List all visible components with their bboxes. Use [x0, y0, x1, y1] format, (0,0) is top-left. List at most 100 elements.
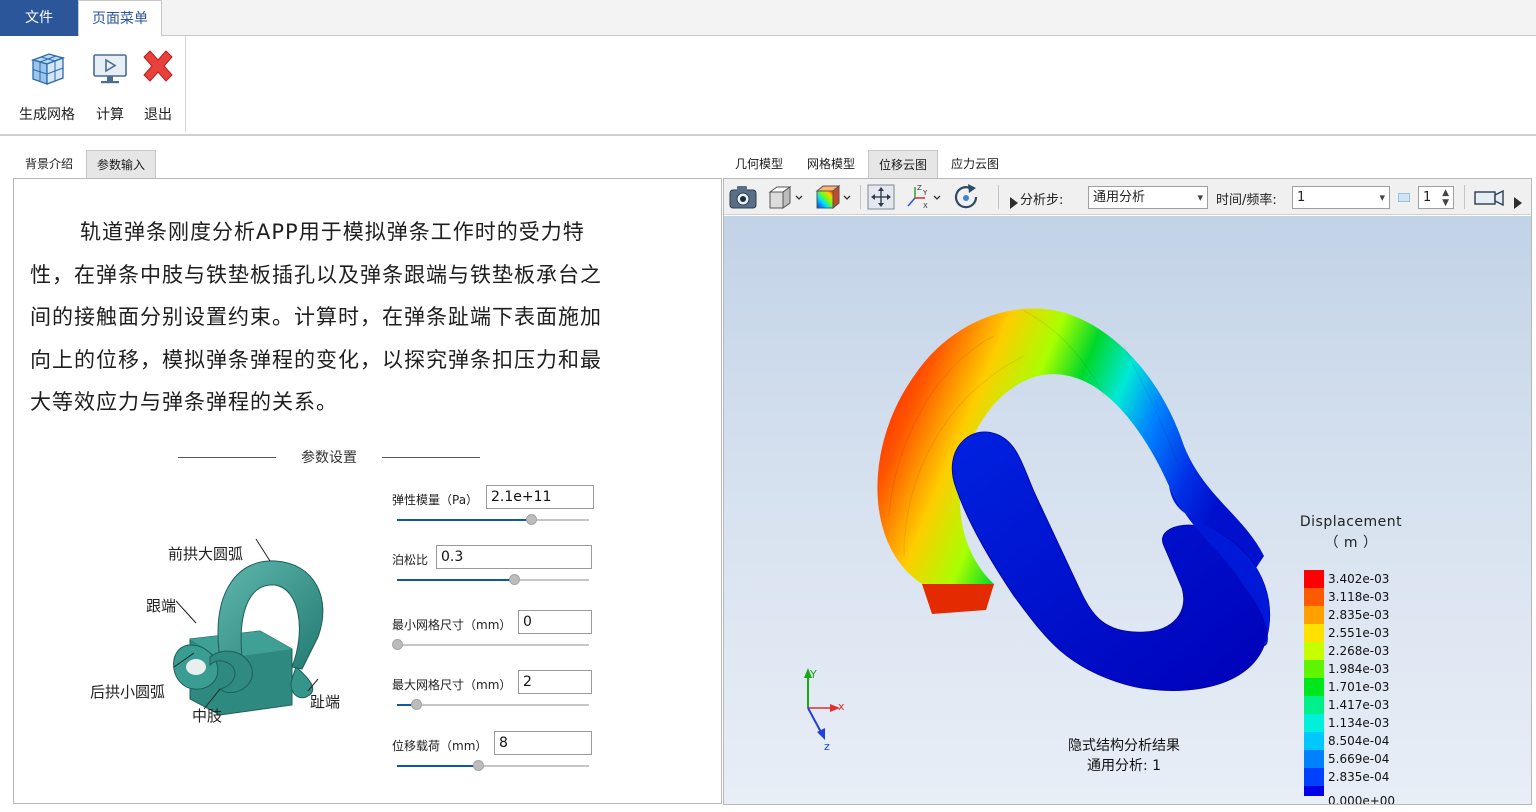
legend-value: 1.701e-03	[1328, 680, 1390, 694]
mesh-cube-icon	[30, 53, 66, 85]
frame-spin-value: 1	[1423, 190, 1432, 205]
tab-displacement-contour[interactable]: 位移云图	[868, 150, 938, 178]
legend-swatch	[1304, 606, 1324, 624]
axis-z-label: z	[824, 740, 830, 753]
exit-button[interactable]: 退出	[136, 46, 180, 123]
legend-row: 1.417e-03	[1304, 696, 1424, 714]
poisson-ratio-slider[interactable]	[397, 574, 589, 585]
exit-label: 退出	[144, 107, 172, 123]
legend-row: 2.551e-03	[1304, 624, 1424, 642]
reset-view-icon[interactable]	[952, 183, 982, 211]
spin-arrows-icon: ▲ ▼	[1442, 188, 1449, 208]
poisson-ratio-label: 泊松比	[392, 553, 429, 567]
legend-swatch	[1304, 768, 1324, 786]
legend-row: 3.118e-03	[1304, 588, 1424, 606]
legend-value: 2.835e-04	[1328, 770, 1390, 784]
displacement-canvas[interactable]: Y x z Displacement （ m ） 3.402e-03 3.118e…	[724, 216, 1531, 804]
toolbar-separator	[998, 185, 999, 209]
tab-parameter-input[interactable]: 参数输入	[86, 150, 156, 178]
max-mesh-size-input[interactable]	[518, 670, 592, 694]
frame-slider-icon[interactable]	[1398, 193, 1410, 202]
legend-swatch	[1304, 696, 1324, 714]
legend-swatch	[1304, 678, 1324, 696]
tab-background-intro[interactable]: 背景介绍	[14, 150, 84, 178]
min-mesh-size-input[interactable]	[518, 610, 592, 634]
file-menu-tab[interactable]: 文件	[0, 0, 78, 36]
view-cube-icon[interactable]	[766, 183, 806, 211]
svg-text:Y: Y	[922, 189, 928, 197]
legend-swatch	[1304, 570, 1324, 588]
frame-spinbox[interactable]: 1 ▲ ▼	[1418, 186, 1454, 209]
toe-label: 趾端	[310, 693, 341, 711]
max-mesh-size-label: 最大网格尺寸（mm）	[392, 678, 512, 692]
displacement-load-label: 位移载荷（mm）	[392, 739, 488, 753]
chevron-down-icon: ▾	[1197, 191, 1203, 204]
legend-value: 8.504e-04	[1328, 734, 1390, 748]
axis-x-label: x	[838, 700, 845, 713]
max-mesh-size-slider[interactable]	[397, 699, 589, 710]
more-tools-icon[interactable]	[1512, 189, 1524, 217]
displacement-load-input[interactable]	[494, 731, 592, 755]
monitor-play-icon	[93, 54, 127, 84]
tab-geometry-model[interactable]: 几何模型	[724, 150, 794, 178]
legend-value: 1.984e-03	[1328, 662, 1390, 676]
legend-value: 2.268e-03	[1328, 644, 1390, 658]
slider-fill	[397, 765, 478, 767]
slider-thumb[interactable]	[509, 574, 521, 585]
param-row-max-mesh-size: 最大网格尺寸（mm）	[392, 670, 602, 730]
generate-mesh-label: 生成网格	[19, 107, 75, 123]
legend-swatch	[1304, 588, 1324, 606]
slider-thumb[interactable]	[526, 514, 538, 525]
param-row-poisson-ratio: 泊松比	[392, 545, 602, 605]
legend-swatch	[1304, 786, 1324, 796]
legend-value: 2.551e-03	[1328, 626, 1390, 640]
step-marker-icon	[1010, 197, 1018, 209]
poisson-ratio-input[interactable]	[436, 545, 592, 569]
result-viewer: Z Y X 分析步: 通用分析 ▾ 时间/频率: 1 ▾ 1 ▲ ▼ Y x z…	[723, 178, 1532, 805]
elastic-modulus-slider[interactable]	[397, 514, 589, 525]
tab-mesh-model[interactable]: 网格模型	[796, 150, 866, 178]
tab-stress-contour[interactable]: 应力云图	[940, 150, 1010, 178]
calculate-button[interactable]: 计算	[88, 46, 132, 123]
slider-thumb[interactable]	[392, 639, 403, 650]
generate-mesh-button[interactable]: 生成网格	[14, 46, 80, 123]
menu-bar: 文件 页面菜单	[0, 0, 1536, 37]
legend-value: 1.134e-03	[1328, 716, 1390, 730]
slider-thumb[interactable]	[472, 760, 484, 771]
legend-row: 8.504e-04	[1304, 732, 1424, 750]
result-caption-title: 隐式结构分析结果	[1068, 738, 1180, 754]
rear-arc-label: 后拱小圆弧	[90, 683, 166, 701]
legend-swatch	[1304, 660, 1324, 678]
svg-text:X: X	[923, 202, 928, 210]
slider-thumb[interactable]	[411, 699, 423, 710]
camera-icon[interactable]	[728, 183, 758, 211]
slider-fill	[397, 519, 532, 521]
close-icon	[143, 50, 173, 82]
axis-orientation-icon[interactable]: Z Y X	[904, 183, 944, 211]
min-mesh-size-slider[interactable]	[392, 639, 589, 650]
pan-move-icon[interactable]	[866, 183, 896, 211]
analysis-step-label: 分析步:	[1020, 193, 1064, 208]
heel-label: 跟端	[146, 597, 177, 615]
param-row-elastic-modulus: 弹性模量（Pa）	[392, 485, 602, 545]
record-video-icon[interactable]	[1472, 183, 1506, 211]
elastic-modulus-input[interactable]	[486, 485, 594, 509]
time-frequency-label: 时间/频率:	[1216, 193, 1277, 208]
param-row-min-mesh-size: 最小网格尺寸（mm）	[392, 610, 602, 670]
ribbon-toolbar: 生成网格 计算 退出	[0, 36, 1536, 136]
min-mesh-size-label: 最小网格尺寸（mm）	[392, 618, 512, 632]
contour-display-icon[interactable]	[814, 183, 854, 211]
slider-fill	[397, 579, 515, 581]
page-menu-tab[interactable]: 页面菜单	[78, 0, 162, 37]
left-panel: 轨道弹条刚度分析APP用于模拟弹条工作时的受力特性，在弹条中肢与铁垫板插孔以及弹…	[13, 178, 722, 804]
analysis-step-value: 通用分析	[1093, 190, 1146, 205]
displacement-load-slider[interactable]	[397, 760, 589, 771]
toolbar-separator	[860, 185, 861, 209]
time-frequency-select[interactable]: 1 ▾	[1292, 186, 1390, 209]
analysis-step-select[interactable]: 通用分析 ▾	[1088, 186, 1208, 209]
axis-y-label: Y	[810, 668, 817, 681]
legend-row: 5.669e-04	[1304, 750, 1424, 768]
parameter-section-title: 参数设置	[178, 447, 480, 467]
param-row-displacement-load: 位移载荷（mm）	[392, 731, 602, 791]
svg-text:Z: Z	[917, 184, 922, 192]
